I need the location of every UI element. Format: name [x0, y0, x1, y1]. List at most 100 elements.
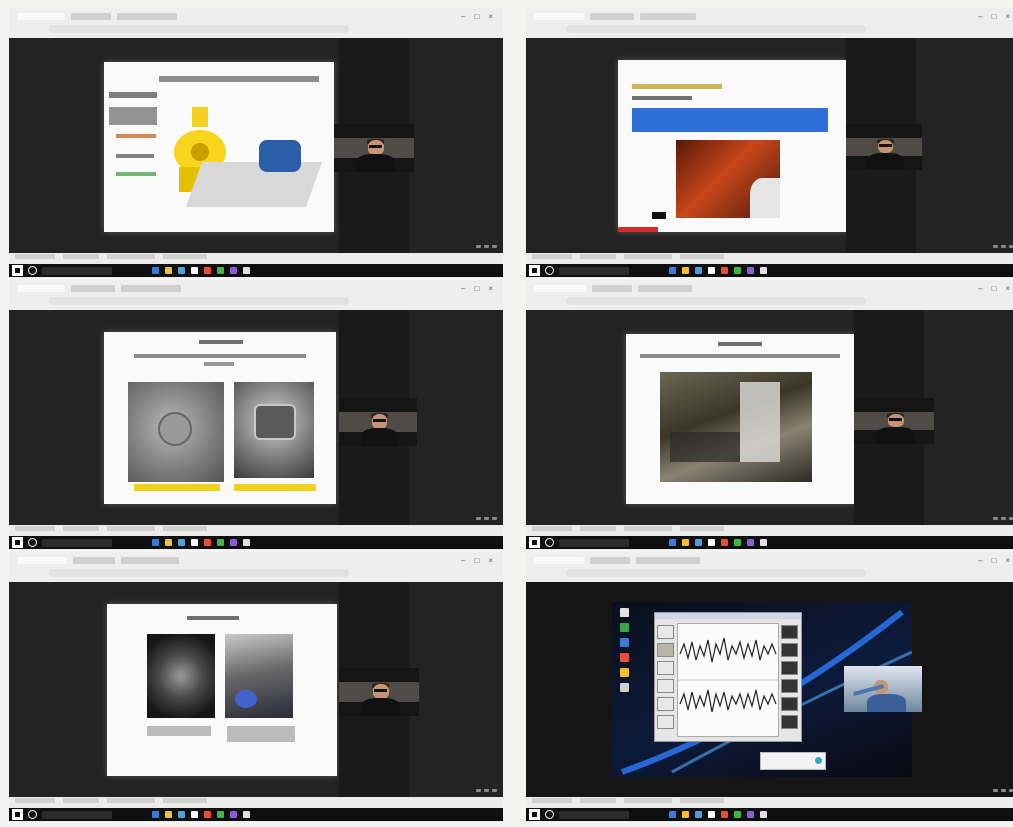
scope-button[interactable] [657, 625, 674, 639]
webcam-icon[interactable] [993, 245, 998, 248]
maximize-icon[interactable]: □ [991, 284, 996, 293]
app-icon[interactable] [682, 811, 689, 818]
browser-tab[interactable] [17, 285, 65, 292]
maximize-icon[interactable]: □ [474, 12, 479, 21]
browser-tab[interactable] [73, 557, 115, 564]
windows-start-icon[interactable] [12, 265, 23, 276]
scope-button[interactable] [781, 697, 798, 711]
browser-tab[interactable] [636, 557, 700, 564]
more-control[interactable] [492, 789, 497, 792]
app-icon[interactable] [669, 539, 676, 546]
webcam-icon[interactable] [993, 789, 998, 792]
app-icon[interactable] [682, 539, 689, 546]
app-icon[interactable] [191, 811, 198, 818]
address-bar[interactable] [566, 25, 866, 33]
minimize-icon[interactable]: – [978, 556, 982, 565]
desktop-icon[interactable] [620, 653, 629, 662]
cortana-icon[interactable] [545, 810, 554, 819]
scope-button[interactable] [781, 643, 798, 657]
app-icon[interactable] [243, 811, 250, 818]
scope-button[interactable] [781, 661, 798, 675]
notification-popup[interactable] [760, 752, 826, 770]
address-bar[interactable] [49, 569, 349, 577]
app-icon[interactable] [669, 811, 676, 818]
desktop-icon[interactable] [620, 638, 629, 647]
more-control[interactable] [1009, 789, 1013, 792]
browser-tab[interactable] [534, 285, 586, 292]
app-icon[interactable] [152, 811, 159, 818]
address-bar[interactable] [49, 25, 349, 33]
app-icon[interactable] [708, 267, 715, 274]
scope-button[interactable] [781, 679, 798, 693]
app-icon[interactable] [682, 267, 689, 274]
browser-tab[interactable] [534, 13, 584, 20]
taskbar-search[interactable] [559, 538, 629, 547]
browser-tab[interactable] [640, 13, 696, 20]
app-icon[interactable] [760, 539, 767, 546]
browser-tab[interactable] [121, 285, 181, 292]
app-icon[interactable] [695, 267, 702, 274]
minimize-icon[interactable]: – [461, 12, 465, 21]
taskbar-search[interactable] [42, 266, 112, 275]
app-icon[interactable] [747, 539, 754, 546]
browser-tab[interactable] [71, 13, 111, 20]
mic-control[interactable] [484, 789, 489, 792]
browser-tab[interactable] [121, 557, 179, 564]
minimize-icon[interactable]: – [978, 284, 982, 293]
minimize-icon[interactable]: – [461, 284, 465, 293]
minimize-icon[interactable]: – [461, 556, 465, 565]
windows-start-icon[interactable] [529, 265, 540, 276]
webcam-icon[interactable] [476, 245, 481, 248]
close-icon[interactable]: × [1005, 284, 1010, 293]
address-bar[interactable] [566, 297, 866, 305]
app-icon[interactable] [178, 811, 185, 818]
browser-tab[interactable] [17, 13, 65, 20]
close-icon[interactable]: × [488, 556, 493, 565]
maximize-icon[interactable]: □ [474, 284, 479, 293]
taskbar-search[interactable] [559, 266, 629, 275]
close-icon[interactable]: × [488, 12, 493, 21]
scope-button[interactable] [657, 697, 674, 711]
app-icon[interactable] [178, 267, 185, 274]
windows-start-icon[interactable] [12, 809, 23, 820]
browser-tab[interactable] [534, 557, 584, 564]
maximize-icon[interactable]: □ [991, 556, 996, 565]
app-icon[interactable] [191, 267, 198, 274]
more-control[interactable] [1009, 517, 1013, 520]
app-icon[interactable] [230, 539, 237, 546]
app-icon[interactable] [152, 267, 159, 274]
browser-tab[interactable] [590, 13, 634, 20]
app-icon[interactable] [165, 267, 172, 274]
cortana-icon[interactable] [28, 538, 37, 547]
app-icon[interactable] [217, 267, 224, 274]
browser-tab[interactable] [590, 557, 630, 564]
browser-tab[interactable] [117, 13, 177, 20]
scope-button[interactable] [781, 715, 798, 729]
mic-control[interactable] [1001, 245, 1006, 248]
more-control[interactable] [492, 517, 497, 520]
more-control[interactable] [492, 245, 497, 248]
scope-button[interactable] [781, 625, 798, 639]
address-bar[interactable] [49, 297, 349, 305]
app-icon[interactable] [243, 267, 250, 274]
taskbar-search[interactable] [559, 810, 629, 819]
cortana-icon[interactable] [545, 538, 554, 547]
taskbar-search[interactable] [42, 538, 112, 547]
desktop-icon[interactable] [620, 668, 629, 677]
taskbar-search[interactable] [42, 810, 112, 819]
app-icon[interactable] [760, 267, 767, 274]
mic-control[interactable] [484, 517, 489, 520]
webcam-icon[interactable] [476, 517, 481, 520]
desktop-icon[interactable] [620, 683, 629, 692]
app-icon[interactable] [204, 539, 211, 546]
mic-control[interactable] [1001, 789, 1006, 792]
webcam-icon[interactable] [476, 789, 481, 792]
app-icon[interactable] [734, 267, 741, 274]
browser-tab[interactable] [71, 285, 115, 292]
scope-button[interactable] [657, 715, 674, 729]
app-icon[interactable] [747, 811, 754, 818]
app-icon[interactable] [165, 811, 172, 818]
minimize-icon[interactable]: – [978, 12, 982, 21]
address-bar[interactable] [566, 569, 866, 577]
scope-button[interactable] [657, 643, 674, 657]
